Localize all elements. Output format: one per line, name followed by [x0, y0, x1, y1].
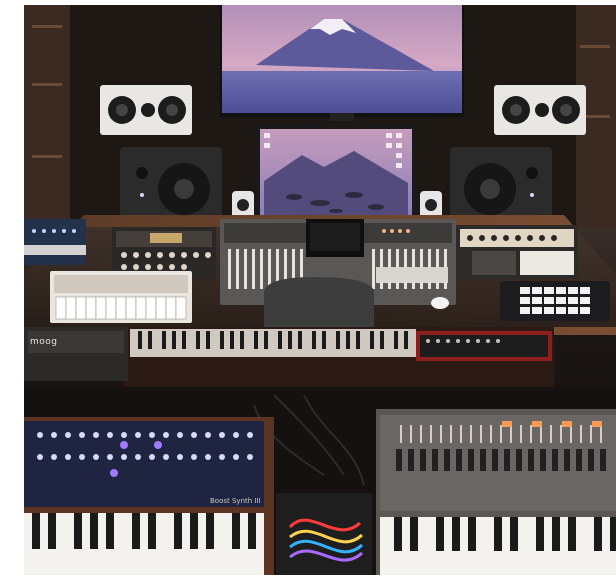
left-synth-moog: [24, 327, 128, 381]
mouse: [431, 297, 449, 309]
mini-keyboard-left: [50, 271, 192, 323]
lake: [222, 71, 462, 113]
midi-keyboard: [124, 327, 554, 387]
right-rack-synth: [456, 225, 578, 279]
upper-speaker-right: [494, 85, 586, 135]
lower-left-synth: [24, 417, 274, 575]
laptop: [256, 123, 416, 223]
chair-back: [264, 277, 374, 327]
cable-tray: [276, 493, 372, 575]
studio-photo: moog Boost Synth III: [24, 5, 616, 575]
lower-right-synth: [376, 409, 616, 575]
top-monitor: [220, 5, 464, 121]
moog-badge: moog: [30, 337, 58, 347]
lower-left-synth-model-label: Boost Synth III: [210, 497, 261, 505]
upper-speaker-left: [100, 85, 192, 135]
pad-controller: [500, 281, 610, 321]
keyboard-computer: [376, 267, 448, 283]
studio-scene: [24, 5, 616, 575]
studio-monitor-left: [120, 147, 222, 225]
studio-monitor-right: [450, 147, 552, 225]
left-edge-synth: [24, 219, 86, 265]
